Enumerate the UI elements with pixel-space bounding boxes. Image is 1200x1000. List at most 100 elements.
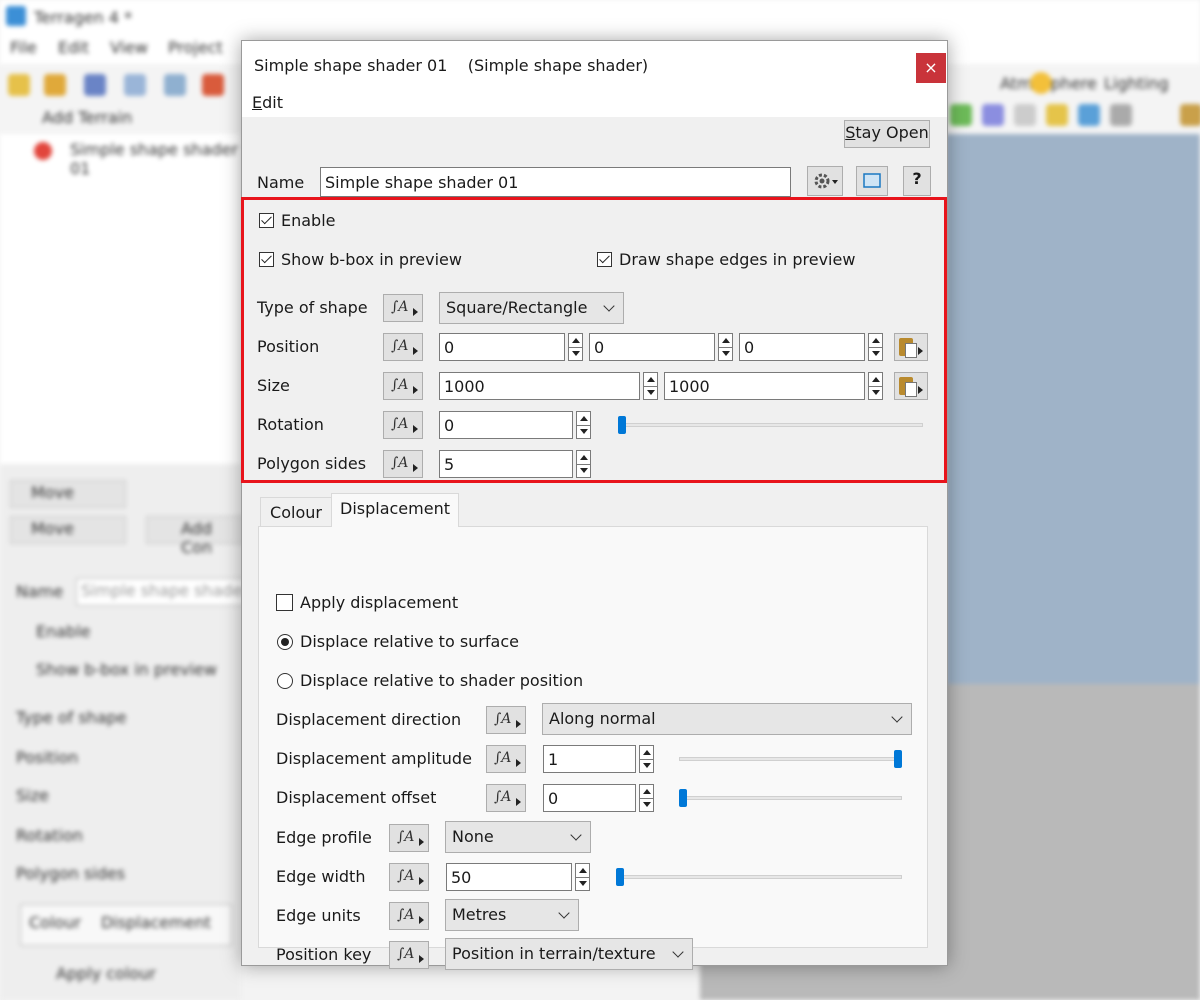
rotation-slider-track[interactable] (618, 423, 923, 427)
help-button[interactable]: ? (903, 166, 931, 196)
position-anim-button[interactable]: ∫A (383, 333, 423, 361)
edge-width-input[interactable] (446, 863, 572, 891)
bg-toolbar-icon (1078, 104, 1100, 126)
position-z-input[interactable] (739, 333, 865, 361)
function-icon: ∫A (494, 750, 512, 766)
offset-anim-button[interactable]: ∫A (486, 784, 526, 812)
displacement-offset-input[interactable] (543, 784, 636, 812)
function-icon: ∫A (397, 946, 415, 962)
position-paste-button[interactable] (894, 333, 928, 361)
bg-menu-view: View (110, 38, 148, 57)
app-icon (6, 6, 26, 26)
edge-units-anim-button[interactable]: ∫A (389, 902, 429, 930)
edge-width-anim-button[interactable]: ∫A (389, 863, 429, 891)
size-y-spinner[interactable] (868, 372, 883, 400)
function-icon: ∫A (391, 338, 409, 354)
edge-profile-anim-button[interactable]: ∫A (389, 824, 429, 852)
position-y-input[interactable] (589, 333, 715, 361)
polygon-sides-input[interactable] (439, 450, 573, 478)
show-bbox-checkbox[interactable] (259, 252, 274, 267)
position-key-select[interactable]: Position in terrain/texture (445, 938, 693, 970)
edge-width-slider-track[interactable] (616, 875, 902, 879)
edge-width-slider-thumb[interactable] (616, 868, 624, 886)
displacement-offset-label: Displacement offset (276, 788, 437, 807)
bg-type-label: Type of shape (16, 708, 127, 727)
relative-surface-label: Displace relative to surface (300, 632, 519, 651)
relative-shader-radio[interactable] (277, 673, 293, 689)
offset-spinner[interactable] (639, 784, 654, 812)
size-x-input[interactable] (439, 372, 640, 400)
preview-window-button[interactable] (856, 166, 888, 196)
tab-colour[interactable]: Colour (260, 497, 332, 526)
function-icon: ∫A (494, 711, 512, 727)
displacement-panel: Apply displacement Displace relative to … (258, 526, 928, 970)
offset-slider-thumb[interactable] (679, 789, 687, 807)
displacement-direction-select[interactable]: Along normal (542, 703, 912, 735)
rotation-anim-button[interactable]: ∫A (383, 411, 423, 439)
amplitude-anim-button[interactable]: ∫A (486, 745, 526, 773)
bg-menu-file: File (10, 38, 37, 57)
rotation-spinner[interactable] (576, 411, 591, 439)
gear-menu-button[interactable] (807, 166, 843, 196)
direction-anim-button[interactable]: ∫A (486, 706, 526, 734)
chevron-down-icon (891, 711, 903, 723)
function-icon: ∫A (391, 377, 409, 393)
type-of-shape-anim-button[interactable]: ∫A (383, 294, 423, 322)
function-icon: ∫A (397, 907, 415, 923)
menu-edit[interactable]: Edit (252, 93, 283, 112)
edge-units-label: Edge units (276, 906, 361, 925)
bg-position-label: Position (16, 748, 79, 767)
displacement-amplitude-input[interactable] (543, 745, 636, 773)
edge-profile-select[interactable]: None (445, 821, 591, 853)
bg-toolbar-icon (44, 74, 66, 96)
size-x-spinner[interactable] (643, 372, 658, 400)
position-z-spinner[interactable] (868, 333, 883, 361)
bg-enable-label: Enable (36, 622, 91, 641)
size-paste-button[interactable] (894, 372, 928, 400)
edge-units-select[interactable]: Metres (445, 899, 579, 931)
position-y-spinner[interactable] (718, 333, 733, 361)
polygon-sides-anim-button[interactable]: ∫A (383, 450, 423, 478)
offset-slider-track[interactable] (679, 796, 902, 800)
tab-displacement[interactable]: Displacement (331, 493, 459, 527)
position-key-label: Position key (276, 945, 372, 964)
dialog-title: Simple shape shader 01 (Simple shape sha… (254, 56, 649, 75)
chevron-down-icon (558, 907, 570, 919)
position-key-anim-button[interactable]: ∫A (389, 941, 429, 969)
bg-tab-lighting: Lighting (1104, 74, 1169, 93)
amplitude-spinner[interactable] (639, 745, 654, 773)
polygon-sides-spinner[interactable] (576, 450, 591, 478)
position-x-input[interactable] (439, 333, 565, 361)
edge-width-spinner[interactable] (575, 863, 590, 891)
bg-name-field: Simple shape shader 01 (76, 578, 274, 606)
polygon-sides-label: Polygon sides (257, 454, 367, 473)
draw-edges-checkbox[interactable] (597, 252, 612, 267)
name-input[interactable] (320, 167, 791, 197)
displacement-direction-label: Displacement direction (276, 710, 462, 729)
size-anim-button[interactable]: ∫A (383, 372, 423, 400)
type-of-shape-label: Type of shape (257, 298, 368, 317)
function-icon: ∫A (397, 868, 415, 884)
apply-displacement-checkbox[interactable] (276, 594, 293, 611)
rotation-input[interactable] (439, 411, 573, 439)
bg-toolbar-icon (950, 104, 972, 126)
amplitude-slider-track[interactable] (679, 757, 902, 761)
function-icon: ∫A (391, 455, 409, 471)
rotation-slider-thumb[interactable] (618, 416, 626, 434)
enable-checkbox[interactable] (259, 213, 274, 228)
apply-displacement-label: Apply displacement (300, 593, 459, 612)
stay-open-button[interactable]: Stay Open (844, 120, 930, 148)
help-icon: ? (912, 169, 922, 188)
bg-name-label: Name (16, 582, 64, 601)
bg-node-icon (34, 142, 52, 160)
close-button[interactable]: × (916, 53, 946, 83)
bg-show-bbox-label: Show b-box in preview (36, 660, 217, 679)
amplitude-slider-thumb[interactable] (894, 750, 902, 768)
relative-surface-radio[interactable] (277, 634, 293, 650)
bg-node-label: Simple shape shader 01 (70, 140, 238, 178)
bg-toolbar-icon (124, 74, 146, 96)
bg-toolbar-icon (202, 74, 224, 96)
type-of-shape-select[interactable]: Square/Rectangle (439, 292, 624, 324)
size-y-input[interactable] (664, 372, 865, 400)
position-x-spinner[interactable] (568, 333, 583, 361)
